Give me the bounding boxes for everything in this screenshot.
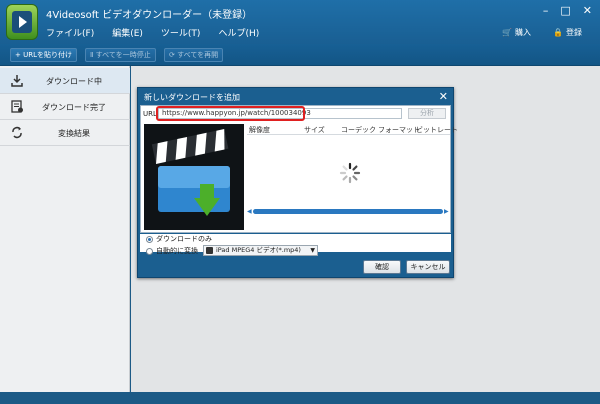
title-bar: 4Videosoft ビデオダウンローダー（未登録） ファイル(F) 編集(E)… <box>0 0 600 44</box>
minimize-button[interactable]: – <box>543 4 549 17</box>
app-title: 4Videosoft ビデオダウンローダー（未登録） <box>46 10 253 21</box>
loading-spinner-icon <box>339 162 361 184</box>
menu-edit[interactable]: 編集(E) <box>112 26 143 39</box>
sidebar-item-converted[interactable]: 変換結果 <box>0 120 130 146</box>
download-icon <box>11 75 23 87</box>
chevron-down-icon: ▼ <box>310 247 315 254</box>
cancel-button[interactable]: キャンセル <box>406 260 450 274</box>
radio-auto-convert[interactable] <box>146 247 153 255</box>
convert-icon <box>12 126 22 139</box>
dialog-body: URL: https://www.happyon.jp/watch/100034… <box>140 105 458 233</box>
key-icon: 🔒 <box>553 28 563 37</box>
purchase-label: 購入 <box>515 28 532 37</box>
close-button[interactable]: ✕ <box>583 4 592 17</box>
clapperboard-icon <box>151 129 230 216</box>
cart-icon: 🛒 <box>502 28 513 37</box>
scroll-left-icon[interactable]: ◀ <box>247 208 252 215</box>
format-table-header: 解像度 サイズ コーデック フォーマット ビットレート <box>247 123 458 135</box>
dialog-footer: 確認 キャンセル <box>138 255 455 278</box>
menu-bar: ファイル(F) 編集(E) ツール(T) ヘルプ(H) <box>46 26 259 39</box>
add-download-dialog: 新しいダウンロードを追加 ✕ URL: https://www.happyon.… <box>137 87 458 278</box>
option-download-only[interactable]: ダウンロードのみ <box>146 234 212 244</box>
option-download-only-label: ダウンロードのみ <box>156 235 212 243</box>
scroll-right-icon[interactable]: ▶ <box>444 208 449 215</box>
resume-all-button[interactable]: ⟳ すべてを再開 <box>164 48 224 62</box>
download-options: ダウンロードのみ 自動的に変換 iPad MPEG4 ビデオ(*.mp4) ▼ <box>140 234 451 256</box>
sidebar-item-downloading[interactable]: ダウンロード中 <box>0 68 130 94</box>
dialog-close-button[interactable]: ✕ <box>439 90 448 103</box>
completed-icon <box>11 100 23 113</box>
sidebar-item-label: ダウンロード中 <box>46 77 102 86</box>
menu-help[interactable]: ヘルプ(H) <box>218 26 259 39</box>
url-highlight-box <box>156 106 305 121</box>
pause-all-button[interactable]: Ⅱ すべてを一時停止 <box>85 48 156 62</box>
radio-download-only[interactable] <box>146 235 153 243</box>
toolbar: + URLを貼り付け Ⅱ すべてを一時停止 ⟳ すべてを再開 <box>0 44 600 66</box>
column-bitrate[interactable]: ビットレート <box>416 125 458 135</box>
output-format-value: iPad MPEG4 ビデオ(*.mp4) <box>216 246 301 254</box>
sidebar-item-label: ダウンロード完了 <box>42 103 106 112</box>
dialog-title: 新しいダウンロードを追加 <box>144 93 240 102</box>
menu-file[interactable]: ファイル(F) <box>46 26 94 39</box>
column-size[interactable]: サイズ <box>304 125 325 135</box>
menu-tools[interactable]: ツール(T) <box>161 26 201 39</box>
sidebar: ダウンロード中 ダウンロード完了 変換結果 <box>0 66 130 392</box>
column-codec[interactable]: コーデック <box>341 125 376 135</box>
video-thumbnail <box>144 124 244 230</box>
sidebar-item-label: 変換結果 <box>58 129 90 138</box>
purchase-link[interactable]: 🛒 購入 <box>502 27 531 38</box>
paste-url-button[interactable]: + URLを貼り付け <box>10 48 77 62</box>
register-label: 登録 <box>566 28 582 37</box>
register-link[interactable]: 🔒 登録 <box>553 27 582 38</box>
column-resolution[interactable]: 解像度 <box>249 125 270 135</box>
status-bar <box>0 392 600 404</box>
maximize-button[interactable]: □ <box>560 4 570 17</box>
account-links: 🛒 購入 🔒 登録 <box>502 27 582 38</box>
horizontal-scrollbar[interactable] <box>253 209 443 214</box>
sidebar-item-completed[interactable]: ダウンロード完了 <box>0 94 130 120</box>
analyze-button[interactable]: 分析 <box>408 108 446 119</box>
column-format[interactable]: フォーマット <box>378 125 420 135</box>
ipad-icon <box>206 247 213 254</box>
window-controls: – □ ✕ <box>543 4 592 17</box>
ok-button[interactable]: 確認 <box>363 260 401 274</box>
app-logo <box>6 4 38 40</box>
